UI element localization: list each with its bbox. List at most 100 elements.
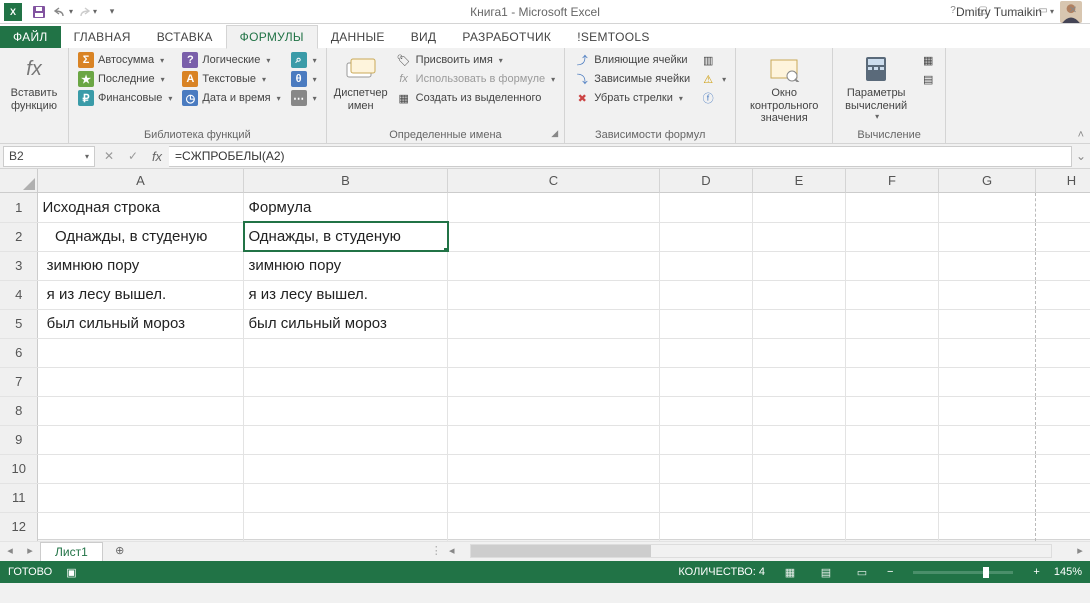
add-sheet-icon[interactable]: ⊕ bbox=[109, 544, 131, 557]
cell-F11[interactable] bbox=[846, 483, 939, 512]
ribbon-collapse-icon[interactable]: ▢ bbox=[968, 0, 998, 21]
cell-E7[interactable] bbox=[753, 367, 846, 396]
cell-B10[interactable] bbox=[244, 454, 448, 483]
insert-function-button[interactable]: fx Вставить функцию bbox=[6, 51, 62, 127]
row-header-12[interactable]: 12 bbox=[0, 512, 38, 541]
fx-button-icon[interactable]: fx bbox=[145, 146, 169, 167]
cell-C12[interactable] bbox=[448, 512, 660, 541]
cell-G1[interactable] bbox=[939, 193, 1036, 222]
zoom-in-icon[interactable]: + bbox=[1033, 566, 1039, 578]
cell-E5[interactable] bbox=[753, 309, 846, 338]
cell-A7[interactable] bbox=[38, 367, 244, 396]
trace-precedents-button[interactable]: ⤴Влияющие ячейки bbox=[571, 51, 693, 69]
cell-A1[interactable]: Исходная строка bbox=[38, 193, 244, 222]
cell-G6[interactable] bbox=[939, 338, 1036, 367]
error-check-button[interactable]: ⚠▾ bbox=[697, 70, 729, 88]
name-manager-button[interactable]: Диспетчер имен bbox=[333, 51, 389, 127]
cell-E1[interactable] bbox=[753, 193, 846, 222]
cell-C11[interactable] bbox=[448, 483, 660, 512]
cell-D11[interactable] bbox=[660, 483, 753, 512]
cell-F9[interactable] bbox=[846, 425, 939, 454]
row-header-3[interactable]: 3 bbox=[0, 251, 38, 280]
hscroll-right-icon[interactable]: ▸ bbox=[1070, 544, 1090, 557]
tab-formulas[interactable]: ФОРМУЛЫ bbox=[226, 25, 318, 49]
name-box[interactable]: B2▾ bbox=[3, 146, 95, 167]
col-header-H[interactable]: H bbox=[1036, 169, 1090, 193]
tab-data[interactable]: ДАННЫЕ bbox=[318, 26, 398, 48]
maximize-icon[interactable]: ▭ bbox=[1028, 0, 1058, 21]
cell-E8[interactable] bbox=[753, 396, 846, 425]
row-header-11[interactable]: 11 bbox=[0, 483, 38, 512]
cell-H3[interactable] bbox=[1036, 251, 1090, 280]
cell-E10[interactable] bbox=[753, 454, 846, 483]
financial-button[interactable]: ₽Финансовые▾ bbox=[75, 89, 175, 107]
cell-G9[interactable] bbox=[939, 425, 1036, 454]
row-header-7[interactable]: 7 bbox=[0, 367, 38, 396]
hscrollbar[interactable] bbox=[470, 544, 1052, 558]
cell-C1[interactable] bbox=[448, 193, 660, 222]
cell-G8[interactable] bbox=[939, 396, 1036, 425]
lookup-button[interactable]: ⌕▾ bbox=[288, 51, 320, 69]
calc-options-button[interactable]: Параметры вычислений▾ bbox=[839, 51, 913, 127]
cell-A12[interactable] bbox=[38, 512, 244, 541]
row-header-8[interactable]: 8 bbox=[0, 396, 38, 425]
sheet-nav-next-icon[interactable]: ▸ bbox=[20, 544, 40, 557]
cell-F4[interactable] bbox=[846, 280, 939, 309]
cell-E4[interactable] bbox=[753, 280, 846, 309]
qat-save[interactable] bbox=[28, 2, 50, 22]
cell-D3[interactable] bbox=[660, 251, 753, 280]
row-header-10[interactable]: 10 bbox=[0, 454, 38, 483]
cell-B7[interactable] bbox=[244, 367, 448, 396]
col-header-G[interactable]: G bbox=[939, 169, 1036, 193]
enter-formula-icon[interactable]: ✓ bbox=[121, 146, 145, 167]
recent-button[interactable]: ★Последние▾ bbox=[75, 70, 175, 88]
dialog-launcher-icon[interactable]: ◢ bbox=[551, 128, 558, 139]
cell-C8[interactable] bbox=[448, 396, 660, 425]
cell-A2[interactable]: Однажды, в студеную bbox=[38, 222, 244, 251]
cell-G2[interactable] bbox=[939, 222, 1036, 251]
calc-sheet-button[interactable]: ▤ bbox=[917, 70, 939, 88]
collapse-ribbon-icon[interactable]: ˄ bbox=[1078, 129, 1084, 141]
cell-G4[interactable] bbox=[939, 280, 1036, 309]
cell-G10[interactable] bbox=[939, 454, 1036, 483]
cell-C3[interactable] bbox=[448, 251, 660, 280]
cell-F10[interactable] bbox=[846, 454, 939, 483]
zoom-level[interactable]: 145% bbox=[1054, 566, 1082, 578]
watch-window-button[interactable]: Окно контрольного значения bbox=[742, 51, 826, 127]
view-layout-icon[interactable]: ▤ bbox=[815, 564, 837, 580]
cell-H8[interactable] bbox=[1036, 396, 1090, 425]
cell-F8[interactable] bbox=[846, 396, 939, 425]
cell-B8[interactable] bbox=[244, 396, 448, 425]
cell-E11[interactable] bbox=[753, 483, 846, 512]
cancel-formula-icon[interactable]: ✕ bbox=[97, 146, 121, 167]
show-formulas-button[interactable]: ▥ bbox=[697, 51, 729, 69]
cell-D1[interactable] bbox=[660, 193, 753, 222]
row-header-6[interactable]: 6 bbox=[0, 338, 38, 367]
macro-record-icon[interactable]: ▣ bbox=[66, 566, 76, 579]
col-header-C[interactable]: C bbox=[448, 169, 660, 193]
cell-F6[interactable] bbox=[846, 338, 939, 367]
cell-F1[interactable] bbox=[846, 193, 939, 222]
cell-C9[interactable] bbox=[448, 425, 660, 454]
tab-semtools[interactable]: !SEMTools bbox=[564, 26, 663, 48]
view-normal-icon[interactable]: ▦ bbox=[779, 564, 801, 580]
tab-view[interactable]: ВИД bbox=[398, 26, 450, 48]
select-all-corner[interactable] bbox=[0, 169, 38, 193]
minimize-icon[interactable]: — bbox=[998, 0, 1028, 21]
cell-H2[interactable] bbox=[1036, 222, 1090, 251]
cell-H4[interactable] bbox=[1036, 280, 1090, 309]
qat-customize[interactable]: ▾ bbox=[100, 2, 122, 22]
cell-A4[interactable]: я из лесу вышел. bbox=[38, 280, 244, 309]
cell-G7[interactable] bbox=[939, 367, 1036, 396]
row-header-5[interactable]: 5 bbox=[0, 309, 38, 338]
cell-D10[interactable] bbox=[660, 454, 753, 483]
cell-C7[interactable] bbox=[448, 367, 660, 396]
cell-D6[interactable] bbox=[660, 338, 753, 367]
cell-C10[interactable] bbox=[448, 454, 660, 483]
cell-D2[interactable] bbox=[660, 222, 753, 251]
col-header-A[interactable]: A bbox=[38, 169, 244, 193]
cell-C6[interactable] bbox=[448, 338, 660, 367]
cell-A6[interactable] bbox=[38, 338, 244, 367]
cell-G5[interactable] bbox=[939, 309, 1036, 338]
cell-G11[interactable] bbox=[939, 483, 1036, 512]
